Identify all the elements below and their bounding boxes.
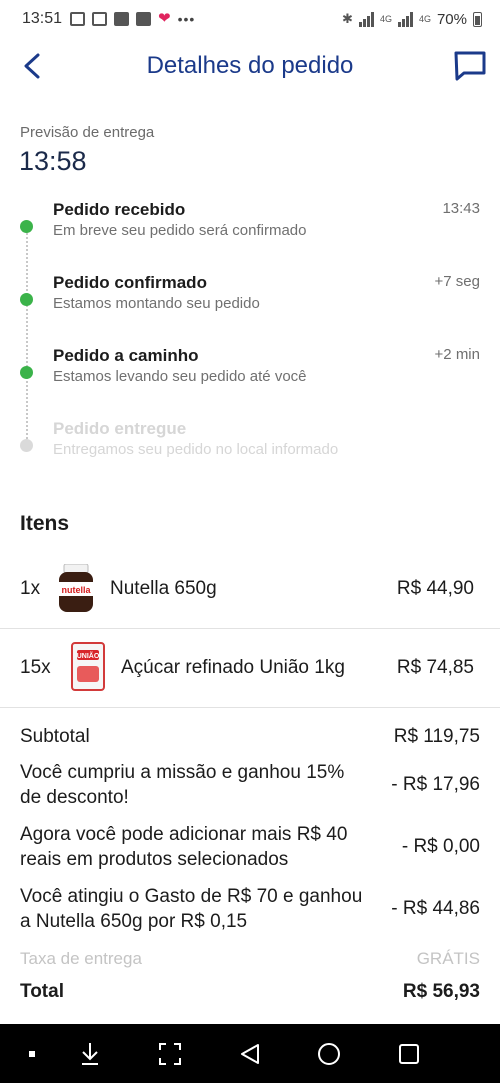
svg-text:nutella: nutella [61, 585, 91, 595]
timeline-step-received: Pedido recebido Em breve seu pedido será… [0, 196, 500, 256]
battery-icon [473, 11, 482, 27]
network-label-2: 4G [418, 14, 431, 24]
subtotal-value: R$ 119,75 [393, 726, 480, 747]
arrow-down-icon [82, 1043, 98, 1065]
network-label: 4G [379, 14, 392, 24]
nav-dot-button[interactable] [14, 1036, 50, 1072]
status-time: 13:51 [22, 10, 63, 27]
signal-icon-2 [397, 11, 413, 27]
app-header: Detalhes do pedido [0, 38, 500, 94]
nav-home-button[interactable] [311, 1036, 347, 1072]
step-time: +2 min [434, 346, 480, 363]
bluetooth-icon: ✱ [342, 11, 353, 26]
step-description: Entregamos seu pedido no local informado [53, 441, 339, 458]
battery-percent: 70% [436, 10, 467, 28]
step-done-dot [20, 220, 33, 233]
nav-back-button[interactable] [232, 1036, 268, 1072]
subtotal-row: Subtotal R$ 119,75 [20, 724, 480, 750]
back-button[interactable] [14, 48, 50, 84]
nav-recents-button[interactable] [391, 1036, 427, 1072]
sugar-product-image: UNIÃO [68, 642, 108, 691]
discount-label: Você cumpriu a missão e ganhou 15% de de… [20, 762, 345, 808]
item-price: R$ 44,90 [396, 578, 474, 599]
chat-button[interactable] [450, 46, 490, 86]
item-quantity: 1x [20, 578, 41, 599]
chat-icon [454, 51, 486, 81]
item-divider [0, 707, 500, 708]
total-label: Total [20, 981, 64, 1002]
recents-square-icon [399, 1044, 419, 1064]
app-icon [92, 12, 108, 26]
discount-label: Você atingiu o Gasto de R$ 70 e ganhou a… [20, 886, 363, 932]
discount-value: - R$ 44,86 [391, 898, 480, 919]
dot-icon [29, 1051, 35, 1057]
nutella-product-image: nutella [56, 563, 96, 612]
step-description: Estamos montando seu pedido [53, 295, 260, 312]
discount-label: Agora você pode adicionar mais R$ 40 rea… [20, 824, 348, 870]
system-icons: ✱ 4G 4G 70% [342, 11, 482, 28]
step-description: Em breve seu pedido será confirmado [53, 222, 307, 239]
heart-icon: ❤ [158, 10, 171, 27]
timeline-step-on-the-way: Pedido a caminho Estamos levando seu ped… [0, 342, 500, 402]
discount-row: Você cumpriu a missão e ganhou 15% de de… [20, 760, 480, 812]
subtotal-label: Subtotal [20, 726, 90, 747]
discount-value: - R$ 0,00 [401, 836, 480, 857]
item-name: Nutella 650g [110, 578, 217, 599]
delivery-forecast-label: Previsão de entrega [20, 124, 155, 141]
nav-notifications-button[interactable] [72, 1036, 108, 1072]
total-value: R$ 56,93 [402, 981, 480, 1002]
delivery-fee-row: Taxa de entrega GRÁTIS [20, 946, 480, 970]
step-done-dot [20, 366, 33, 379]
discount-value: - R$ 17,96 [391, 774, 480, 795]
step-title: Pedido recebido [53, 200, 186, 219]
page-title: Detalhes do pedido [146, 52, 354, 79]
nav-screenshot-button[interactable] [152, 1036, 188, 1072]
step-pending-dot [20, 439, 33, 452]
discount-row: Você atingiu o Gasto de R$ 70 e ganhou a… [20, 884, 480, 936]
message-icon [136, 12, 152, 26]
step-title: Pedido a caminho [53, 346, 199, 365]
delivery-fee-value: GRÁTIS [416, 949, 480, 968]
step-done-dot [20, 293, 33, 306]
discount-row: Agora você pode adicionar mais R$ 40 rea… [20, 822, 480, 874]
item-quantity: 15x [20, 657, 51, 678]
item-name: Açúcar refinado União 1kg [121, 657, 345, 678]
timeline-line [26, 226, 28, 446]
svg-text:UNIÃO: UNIÃO [77, 651, 100, 660]
chevron-left-icon [24, 53, 40, 79]
item-price: R$ 74,85 [396, 657, 474, 678]
step-title: Pedido entregue [53, 419, 187, 438]
timeline-step-confirmed: Pedido confirmado Estamos montando seu p… [0, 269, 500, 329]
delivery-fee-label: Taxa de entrega [20, 949, 142, 968]
more-notifications-icon: ••• [177, 11, 196, 27]
status-bar: 13:51 ❤ ••• ✱ 4G 4G 70% [0, 0, 500, 38]
items-section-title: Itens [20, 512, 70, 535]
back-triangle-icon [241, 1044, 259, 1064]
step-title: Pedido confirmado [53, 273, 207, 292]
signal-icon [358, 11, 374, 27]
delivery-forecast-time: 13:58 [19, 146, 87, 176]
system-navigation-bar [0, 1024, 500, 1083]
step-description: Estamos levando seu pedido até você [53, 368, 307, 385]
total-row: Total R$ 56,93 [20, 979, 480, 1005]
notification-icons: ❤ ••• [70, 11, 195, 27]
order-item: 15x UNIÃO Açúcar refinado União 1kg R$ 7… [0, 629, 500, 707]
step-time: +7 seg [434, 273, 480, 290]
shopping-icon [114, 12, 130, 26]
home-circle-icon [318, 1043, 340, 1065]
order-item: 1x nutella Nutella 650g R$ 44,90 [0, 550, 500, 628]
capture-icon [159, 1043, 181, 1065]
step-time: 13:43 [442, 200, 480, 217]
timeline-step-delivered: Pedido entregue Entregamos seu pedido no… [0, 415, 500, 475]
gmail-icon [70, 12, 86, 26]
